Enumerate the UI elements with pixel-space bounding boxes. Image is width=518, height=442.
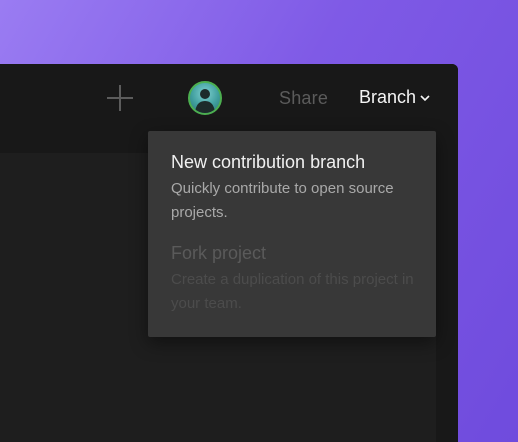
menu-item-new-contribution-branch[interactable]: New contribution branch Quickly contribu… xyxy=(171,151,416,225)
branch-dropdown-menu: New contribution branch Quickly contribu… xyxy=(148,131,436,337)
avatar[interactable] xyxy=(188,81,222,115)
menu-item-description: Quickly contribute to open source projec… xyxy=(171,180,394,221)
add-button[interactable] xyxy=(105,83,135,113)
branch-label: Branch xyxy=(359,87,417,107)
chevron-down-icon xyxy=(420,93,430,103)
menu-item-description: Create a duplication of this project in … xyxy=(171,271,414,312)
share-button[interactable]: Share xyxy=(279,88,328,109)
right-panel-edge xyxy=(436,153,458,442)
menu-item-title: New contribution branch xyxy=(171,152,366,172)
plus-icon xyxy=(105,83,135,113)
menu-item-fork-project: Fork project Create a duplication of thi… xyxy=(171,242,416,316)
branch-dropdown-button[interactable]: Branch xyxy=(359,87,430,108)
menu-item-title: Fork project xyxy=(171,243,267,263)
